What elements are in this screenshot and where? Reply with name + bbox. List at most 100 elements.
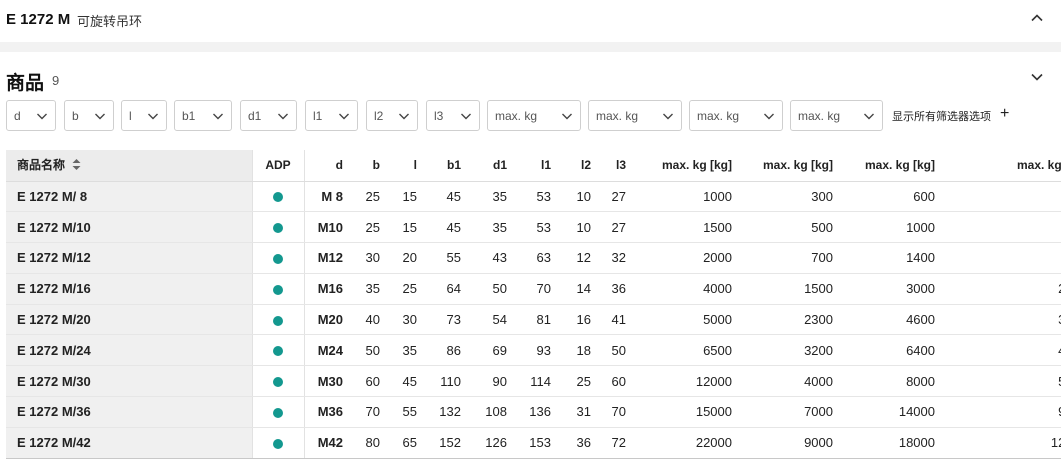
cell-b: 70 (351, 396, 388, 428)
cell-b1: 152 (425, 427, 469, 459)
cell-max-kg-4: 2100 (943, 273, 1061, 305)
cell-b: 25 (351, 211, 388, 244)
cell-d1: 108 (469, 396, 515, 428)
cell-max-kg-2: 7000 (740, 396, 841, 428)
table-row[interactable]: E 1272 M/10 M1025154535531027150050010007… (6, 211, 1061, 244)
cell-max-kg-4: 4500 (943, 334, 1061, 367)
cell-max-kg-2: 2300 (740, 304, 841, 336)
table-row[interactable]: E 1272 M/24 M24 50 35 86 69 93 18 50 6500 3200 6400… (6, 334, 1061, 367)
cell-max-kg-2: 700 (740, 242, 841, 274)
filter-max-kg-1[interactable]: max. kg (487, 100, 581, 131)
cell-l3: 36 (599, 273, 634, 305)
cell-l2: 16 (559, 304, 599, 336)
cell-b1: 45 (425, 181, 469, 213)
cell-l2: 18 (559, 334, 599, 367)
chevron-down-icon (94, 110, 106, 122)
cell-l: 30 (388, 304, 425, 336)
filter-b1[interactable]: b1 (174, 100, 232, 131)
sort-icon[interactable] (71, 158, 82, 174)
product-title: E 1272 M (6, 11, 71, 28)
cell-l1: 93 (515, 334, 559, 367)
cell-l: 15 (388, 181, 425, 213)
cell-max-kg-1: 4000 (634, 273, 740, 305)
filter-d1[interactable]: d1 (240, 100, 297, 131)
chevron-down-icon (277, 110, 289, 122)
filter-max-kg-4[interactable]: max. kg (790, 100, 883, 131)
cell-name[interactable]: E 1272 M/20 (6, 304, 253, 336)
cell-d1: 50 (469, 273, 515, 305)
cell-l3: 27 (599, 211, 634, 244)
table-row[interactable]: E 1272 M/36 M36 70 55 132 108 136 31 70 15000 7000… (6, 396, 1061, 428)
filter-max-kg-2[interactable]: max. kg (588, 100, 682, 131)
product-subtitle: 可旋转吊环 (77, 14, 143, 29)
cell-name[interactable]: E 1272 M/24 (6, 334, 253, 367)
cell-max-kg-4: 3200 (943, 304, 1061, 336)
cell-l3: 41 (599, 304, 634, 336)
section-title: 商品 (6, 73, 45, 94)
cell-max-kg-1: 6500 (634, 334, 740, 367)
cell-name[interactable]: E 1272 M/16 (6, 273, 253, 305)
expand-section-icon[interactable] (1030, 70, 1044, 84)
cell-max-kg-2: 500 (740, 211, 841, 244)
cell-b: 50 (351, 334, 388, 367)
adp-status-dot-icon (273, 254, 283, 265)
cell-l1: 53 (515, 211, 559, 244)
filter-label: l3 (434, 108, 444, 123)
adp-status-dot-icon (273, 346, 283, 357)
show-all-filters-link[interactable]: 显示所有筛选器选项 (892, 108, 991, 124)
cell-name[interactable]: E 1272 M/42 (6, 427, 253, 459)
filter-l3[interactable]: l3 (426, 100, 480, 131)
table-row[interactable]: E 1272 M/42 M42 80 65 152 126 153 36 72 22000 9000… (6, 427, 1061, 459)
table-row[interactable]: E 1272 M/12 M1230205543631232200070014009… (6, 242, 1061, 274)
cell-max-kg-3: 14000 (841, 396, 943, 428)
cell-adp (252, 273, 305, 305)
filter-label: b1 (182, 108, 196, 123)
column-header-b1: b1 (425, 150, 469, 182)
cell-name[interactable]: E 1272 M/10 (6, 211, 253, 244)
plus-icon[interactable]: + (1000, 106, 1009, 122)
cell-max-kg-4: 12600 (943, 427, 1061, 459)
cell-adp (252, 242, 305, 274)
cell-max-kg-1: 12000 (634, 365, 740, 398)
cell-name[interactable]: E 1272 M/30 (6, 365, 253, 398)
filter-l1[interactable]: l1 (305, 100, 358, 131)
cell-l: 55 (388, 396, 425, 428)
item-count: 9 (52, 73, 60, 88)
column-header-l1: l1 (515, 150, 559, 182)
adp-status-dot-icon (273, 192, 283, 203)
column-label: 商品名称 (17, 158, 66, 173)
chevron-down-icon (662, 110, 674, 122)
filter-label: max. kg (596, 108, 639, 123)
cell-name[interactable]: E 1272 M/36 (6, 396, 253, 428)
cell-d: M20 (304, 304, 351, 336)
cell-name[interactable]: E 1272 M/12 (6, 242, 253, 274)
filter-label: max. kg (495, 108, 538, 123)
cell-l2: 36 (559, 427, 599, 459)
filter-l[interactable]: l (121, 100, 167, 131)
cell-b: 80 (351, 427, 388, 459)
column-header-name[interactable]: 商品名称 (6, 150, 253, 182)
filter-max-kg-3[interactable]: max. kg (689, 100, 783, 131)
adp-status-dot-icon (273, 284, 283, 295)
table-row[interactable]: E 1272 M/20 M20 40 30 73 54 81 16 41 5000 2300 4600… (6, 304, 1061, 336)
table-row[interactable]: E 1272 M/16 M16 35 25 64 50 70 14 36 4000 1500 3000… (6, 273, 1061, 305)
cell-b1: 73 (425, 304, 469, 336)
filter-l2[interactable]: l2 (366, 100, 418, 131)
cell-b: 30 (351, 242, 388, 274)
cell-name[interactable]: E 1272 M/ 8 (6, 181, 253, 213)
column-header-l2: l2 (559, 150, 599, 182)
filter-b[interactable]: b (64, 100, 114, 131)
collapse-header-icon[interactable] (1030, 11, 1044, 25)
chevron-down-icon (863, 110, 875, 122)
cell-max-kg-4: 700 (943, 211, 1061, 244)
chevron-down-icon (36, 110, 48, 122)
cell-l1: 153 (515, 427, 559, 459)
filter-d[interactable]: d (6, 100, 56, 131)
cell-max-kg-1: 1000 (634, 181, 740, 213)
cell-max-kg-1: 1500 (634, 211, 740, 244)
cell-max-kg-3: 4600 (841, 304, 943, 336)
cell-l3: 27 (599, 181, 634, 213)
table-row[interactable]: E 1272 M/30 M30 60 45 110 90 114 25 60 12000 4000 8… (6, 365, 1061, 398)
filter-label: d (14, 108, 21, 123)
table-row[interactable]: E 1272 M/ 8 M 825154535531027100030060042… (6, 181, 1061, 213)
